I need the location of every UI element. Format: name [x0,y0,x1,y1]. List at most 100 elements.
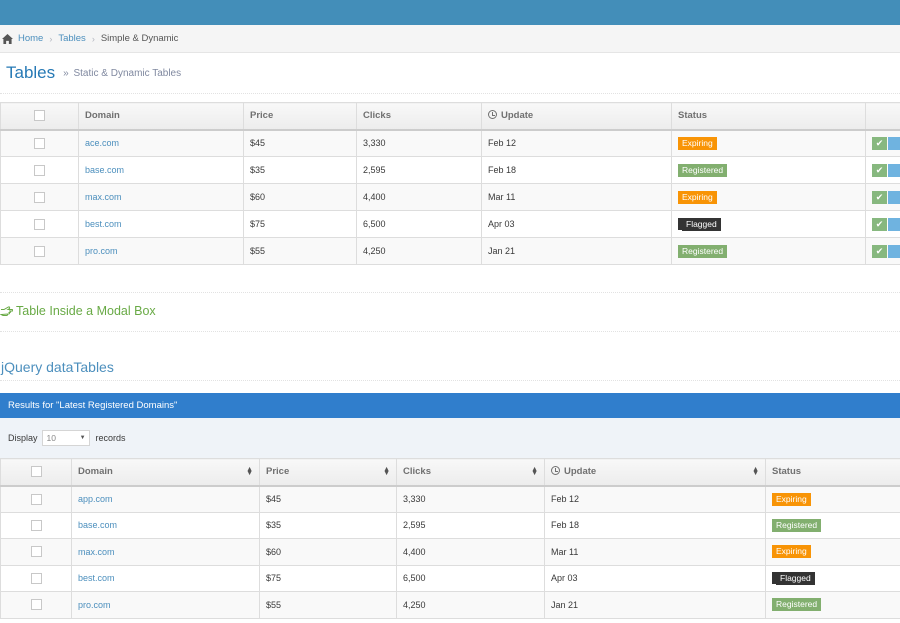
datatable: Domain ▲ ▼ Price ▲ ▼ Clicks ▲ ▼ Update ▲ ▼ Statu… [0,458,900,619]
row-select-cell [0,485,72,513]
domain-link[interactable]: base.com [85,165,124,175]
domain-link[interactable]: max.com [85,192,122,202]
display-label: Display [8,433,38,443]
price-cell: $60 [243,183,357,211]
col-domain-sortable[interactable]: Domain ▲ ▼ [71,458,260,487]
col-clicks-sortable[interactable]: Clicks ▲ ▼ [396,458,545,487]
actions-cell: ✔ [865,210,900,238]
divider [0,292,900,293]
check-button[interactable]: ✔ [872,244,887,258]
row-select-cell [0,564,72,592]
row-checkbox[interactable] [34,218,45,230]
status-badge: Flagged [772,571,815,585]
update-cell: Feb 18 [481,156,672,184]
check-button[interactable]: ✔ [872,136,887,150]
domain-link[interactable]: ace.com [85,138,119,148]
check-button[interactable]: ✔ [872,163,887,177]
col-update: Update [481,102,672,131]
row-checkbox[interactable] [30,599,42,611]
actions-cell: ✔ [865,183,900,211]
status-badge: Expiring [678,190,717,204]
domain-link[interactable]: pro.com [85,246,118,256]
price-cell: $45 [243,129,357,157]
row-checkbox[interactable] [34,191,45,203]
col-price: Price [243,102,357,131]
row-checkbox[interactable] [34,137,45,149]
divider [0,380,900,381]
domain-link[interactable]: best.com [85,219,122,229]
price-cell: $35 [243,156,357,184]
update-cell: Jan 21 [481,237,672,265]
page-title: Tables [6,63,56,82]
edit-button[interactable] [888,163,900,177]
price-cell: $45 [259,485,397,513]
domain-cell: pro.com [71,591,260,619]
breadcrumb-separator: › [91,33,95,44]
col-domain-label: Domain [78,466,113,478]
row-checkbox[interactable] [30,572,42,584]
actions-cell: ✔ [865,129,900,157]
update-cell: Mar 11 [544,538,766,566]
sort-icon: ▲ ▼ [531,466,538,477]
edit-button[interactable] [888,136,900,150]
domain-cell: best.com [71,564,260,592]
row-checkbox[interactable] [30,519,42,531]
status-cell: Registered [671,237,866,265]
status-badge: Registered [772,598,822,612]
table-row: max.com $60 4,400 Mar 11 Expiring ✔ [0,183,900,211]
clicks-cell: 2,595 [356,156,482,184]
edit-button[interactable] [888,190,900,204]
row-checkbox[interactable] [30,546,42,558]
row-checkbox[interactable] [34,245,45,257]
row-checkbox[interactable] [30,493,42,505]
breadcrumb-tables-link[interactable]: Tables [58,33,85,44]
home-icon[interactable] [2,33,13,44]
clicks-cell: 3,330 [356,129,482,157]
update-cell: Mar 11 [481,183,672,211]
domain-link[interactable]: best.com [78,573,115,583]
domain-link[interactable]: app.com [78,494,113,504]
sort-icon: ▲ ▼ [246,466,253,477]
domain-link[interactable]: pro.com [78,600,111,610]
status-badge: Expiring [772,492,811,506]
table-row: pro.com $55 4,250 Jan 21 Registered ✔ [0,237,900,265]
status-badge: Expiring [772,545,811,559]
table-row: max.com $60 4,400 Mar 11 Expiring [0,538,900,566]
row-checkbox[interactable] [34,164,45,176]
edit-button[interactable] [888,244,900,258]
status-cell: Expiring [765,485,900,513]
breadcrumb-home-link[interactable]: Home [18,33,43,44]
col-update-label: Update [564,466,597,478]
col-update-sortable[interactable]: Update ▲ ▼ [544,458,766,487]
price-cell: $75 [243,210,357,238]
modal-section-title[interactable]: Table Inside a Modal Box [16,304,156,318]
select-all-checkbox[interactable] [30,466,42,478]
clicks-cell: 2,595 [396,511,545,539]
check-button[interactable]: ✔ [872,217,887,231]
status-cell: Flagged [765,564,900,592]
records-per-page-value: 10 [46,433,56,443]
check-button[interactable]: ✔ [872,190,887,204]
status-cell: Expiring [671,129,866,157]
select-all-checkbox[interactable] [34,110,45,122]
col-domain: Domain [78,102,244,131]
col-clicks: Clicks [356,102,482,131]
clicks-cell: 6,500 [356,210,482,238]
domain-link[interactable]: max.com [78,547,115,557]
price-cell: $60 [259,538,397,566]
row-select-cell [0,591,72,619]
records-per-page-select[interactable]: 10 ▼ [41,430,90,446]
status-badge: Registered [772,518,822,532]
double-angle-right-icon: » [63,67,69,79]
col-status: Status [671,102,866,131]
domain-link[interactable]: base.com [78,520,117,530]
table-header-row: Domain Price Clicks Update Status [0,102,900,131]
col-price-sortable[interactable]: Price ▲ ▼ [259,458,397,487]
table-row: best.com $75 6,500 Apr 03 Flagged ✔ [0,210,900,238]
domain-cell: max.com [71,538,260,566]
sort-icon: ▲ ▼ [752,466,759,477]
edit-button[interactable] [888,217,900,231]
domain-cell: best.com [78,210,244,238]
row-select-cell [0,129,79,157]
price-cell: $75 [259,564,397,592]
